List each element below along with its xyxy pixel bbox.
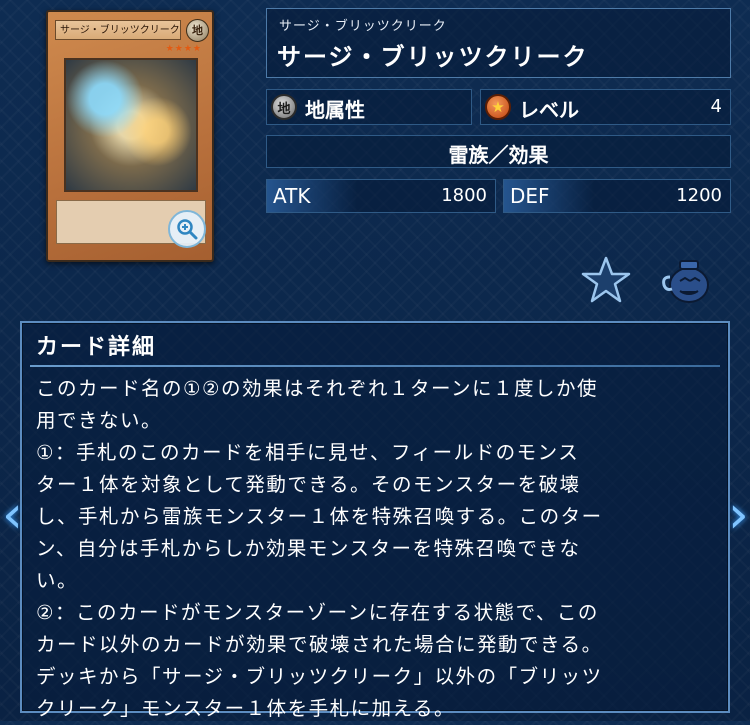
earth-attribute-icon: 地	[271, 94, 297, 120]
card-effect-text: このカード名の①②の効果はそれぞれ１ターンに１度しか使 用できない。 ①：手札の…	[36, 377, 603, 720]
atk-value: 1800	[441, 185, 487, 206]
def-value: 1200	[676, 185, 722, 206]
jar-icon[interactable]	[660, 255, 714, 305]
zoom-in-icon[interactable]	[168, 210, 206, 248]
level-label: レベル	[519, 98, 579, 122]
card-name-box: サージ・ブリッツクリーク サージ・ブリッツクリーク	[266, 8, 731, 78]
level-star-icon: ★	[485, 94, 511, 120]
card-level-stars: ★★★★	[165, 44, 202, 54]
attribute-label: 地属性	[305, 98, 365, 122]
def-field: DEF 1200	[503, 179, 731, 213]
star-icon[interactable]	[580, 255, 632, 305]
card-name: サージ・ブリッツクリーク	[277, 43, 589, 71]
attribute-field: 地 地属性	[266, 89, 472, 125]
chevron-left-icon[interactable]: ‹	[2, 485, 23, 545]
def-label: DEF	[504, 180, 594, 212]
card-name-ruby: サージ・ブリッツクリーク	[279, 19, 447, 34]
level-value: 4	[710, 96, 722, 117]
type-field: 雷族／効果	[266, 135, 731, 168]
card-image[interactable]: サージ・ブリッツクリーク 地 ★★★★	[46, 10, 214, 262]
card-artwork	[64, 58, 198, 192]
detail-divider	[30, 365, 720, 367]
level-field: ★ レベル 4	[480, 89, 731, 125]
atk-label: ATK	[267, 180, 357, 212]
detail-title: カード詳細	[36, 335, 157, 360]
type-line: 雷族／効果	[448, 143, 549, 167]
card-attribute-icon: 地	[186, 19, 209, 42]
card-name-plate: サージ・ブリッツクリーク	[55, 20, 181, 40]
card-detail-panel: カード詳細 このカード名の①②の効果はそれぞれ１ターンに１度しか使 用できない。…	[20, 321, 730, 720]
atk-field: ATK 1800	[266, 179, 496, 213]
chevron-right-icon[interactable]: ›	[728, 485, 749, 545]
